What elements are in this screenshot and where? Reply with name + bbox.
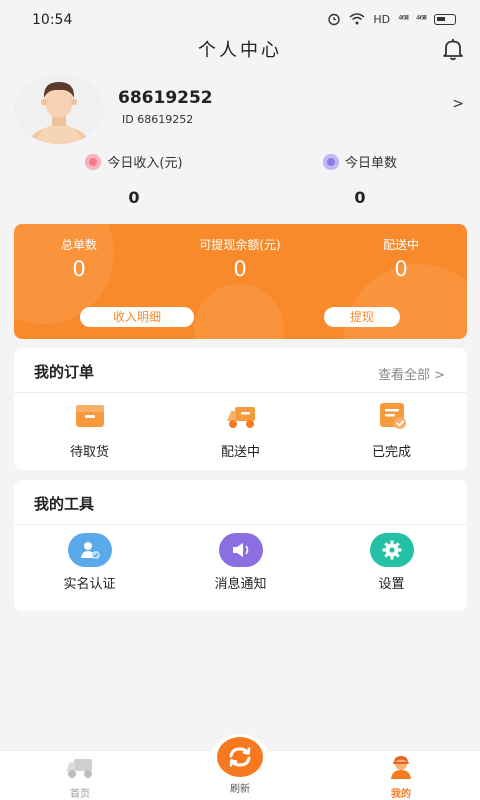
identity-verification-icon bbox=[67, 533, 112, 567]
hd-indicator: HD bbox=[373, 12, 391, 26]
today-income: 今日收入(元) 0 bbox=[14, 152, 254, 207]
chevron-right-icon[interactable]: > bbox=[452, 96, 464, 112]
order-item-label: 待取货 bbox=[69, 445, 109, 460]
orders-icon bbox=[322, 153, 339, 170]
withdraw-button[interactable]: 提现 bbox=[324, 307, 400, 327]
delivering-label: 配送中 bbox=[382, 238, 419, 252]
my-tools-card: 我的工具 实名认证 消息通知 设置 bbox=[14, 480, 467, 611]
order-item-label: 已完成 bbox=[371, 445, 411, 460]
total-orders-label: 总单数 bbox=[60, 238, 97, 252]
box-icon bbox=[75, 405, 104, 427]
order-item-label: 配送中 bbox=[220, 445, 260, 460]
withdrawable-value: 0 bbox=[233, 257, 247, 281]
tool-item-notifications[interactable]: 消息通知 bbox=[165, 533, 316, 592]
bell-icon[interactable] bbox=[440, 36, 466, 62]
withdrawable-balance: 可提现余额(元) 0 bbox=[165, 236, 315, 281]
delivery-truck-icon bbox=[226, 407, 255, 428]
tab-mine[interactable]: 我的 bbox=[341, 755, 461, 800]
tab-home-label: 首页 bbox=[70, 789, 90, 800]
wifi-icon bbox=[349, 13, 365, 25]
refresh-icon bbox=[229, 747, 251, 767]
today-orders-value: 0 bbox=[354, 187, 366, 207]
refresh-button[interactable] bbox=[217, 737, 263, 777]
my-orders-title: 我的订单 bbox=[34, 363, 95, 381]
title-bar: 个人中心 bbox=[0, 34, 480, 66]
today-income-label: 今日收入(元) bbox=[107, 156, 183, 171]
income-icon bbox=[85, 153, 102, 170]
order-item-pending-pickup[interactable]: 待取货 bbox=[14, 401, 165, 460]
profile-section[interactable]: 68619252 ID 68619252 > bbox=[0, 66, 480, 156]
my-tools-title: 我的工具 bbox=[34, 495, 95, 513]
order-item-completed[interactable]: 已完成 bbox=[316, 401, 467, 460]
delivering-count: 配送中 0 bbox=[326, 236, 467, 281]
speaker-icon bbox=[218, 533, 263, 567]
my-orders-card: 我的订单 查看全部 > 待取货 配送中 已完成 bbox=[14, 348, 467, 470]
today-income-value: 0 bbox=[128, 187, 140, 207]
withdrawable-label: 可提现余额(元) bbox=[199, 238, 281, 252]
earnings-summary-card: 总单数 0 可提现余额(元) 0 配送中 0 收入明细 提现 bbox=[14, 224, 467, 339]
user-name: 68619252 bbox=[118, 88, 213, 108]
today-stats: 今日收入(元) 0 今日单数 0 bbox=[0, 152, 480, 212]
status-icons: HD ⁴⁶ᴵᴵᴵ ⁴⁶ᴵᴵᴵ bbox=[327, 12, 456, 26]
today-orders-label: 今日单数 bbox=[344, 156, 397, 171]
signal-1-icon: ⁴⁶ᴵᴵᴵ bbox=[398, 12, 409, 26]
completed-document-icon bbox=[379, 403, 406, 429]
alarm-icon bbox=[328, 13, 341, 26]
tool-item-verification[interactable]: 实名认证 bbox=[14, 533, 165, 592]
signal-2-icon: ⁴⁶ᴵᴵᴵ bbox=[416, 12, 427, 26]
tab-mine-label: 我的 bbox=[391, 789, 411, 800]
income-detail-button[interactable]: 收入明细 bbox=[80, 307, 194, 327]
battery-icon bbox=[434, 13, 456, 25]
today-orders: 今日单数 0 bbox=[240, 152, 480, 207]
status-time: 10:54 bbox=[32, 12, 73, 28]
order-item-delivering[interactable]: 配送中 bbox=[165, 401, 316, 460]
user-id: ID 68619252 bbox=[122, 113, 194, 126]
tool-item-settings[interactable]: 设置 bbox=[316, 533, 467, 592]
gear-icon bbox=[369, 533, 414, 567]
total-orders-value: 0 bbox=[72, 257, 86, 281]
tab-home[interactable]: 首页 bbox=[20, 755, 140, 800]
page-title: 个人中心 bbox=[198, 40, 282, 61]
scooter-icon bbox=[66, 759, 92, 778]
status-bar: 10:54 HD ⁴⁶ᴵᴵᴵ ⁴⁶ᴵᴵᴵ bbox=[0, 0, 480, 34]
tool-item-label: 消息通知 bbox=[214, 577, 267, 592]
delivering-value: 0 bbox=[394, 257, 408, 281]
avatar-illustration bbox=[29, 82, 89, 144]
total-orders: 总单数 0 bbox=[14, 236, 154, 281]
view-all-orders-link[interactable]: 查看全部 > bbox=[378, 364, 445, 383]
tool-item-label: 设置 bbox=[378, 577, 405, 592]
tool-item-label: 实名认证 bbox=[63, 577, 116, 592]
avatar[interactable] bbox=[14, 74, 104, 144]
tab-refresh-label: 刷新 bbox=[230, 784, 250, 795]
user-avatar-icon bbox=[391, 756, 411, 779]
